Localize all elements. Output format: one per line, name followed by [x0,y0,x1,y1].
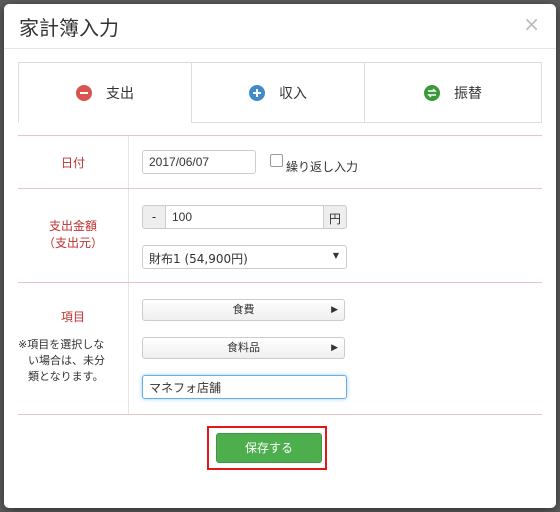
date-label: 日付 [60,156,85,170]
plus-circle-icon [249,84,265,101]
category-note-line2: い場合は、未分 [28,354,105,367]
chevron-down-icon: ▼ [332,251,339,260]
category-button[interactable]: 食費 ▶ [142,299,345,321]
category-label: 項目 [60,310,85,324]
unit-addon: 円 [323,205,347,229]
amount-input[interactable] [165,205,324,229]
amount-row: 支出金額 （支出元） - 円 財布1 (54,900円) ▼ [18,189,542,283]
date-row: 日付 繰り返し入力 [18,136,542,189]
category-row: 項目 ※項目を選択しな い場合は、未分 類となります。 食費 ▶ 食料品 ▶ [18,283,542,415]
category-note-line3: 類となります。 [28,370,104,383]
category-note-line1: ※項目を選択しな [18,338,105,351]
tab-income-label: 収入 [279,85,307,102]
close-icon[interactable]: × [523,12,540,36]
category-value: 食費 [232,303,255,316]
row-divider [128,136,129,188]
tab-bar: 支出 収入 振替 [18,62,542,124]
dialog: 家計簿入力 × 支出 収入 振替 日付 繰り返し入力 [4,4,556,508]
minus-circle-icon [76,84,92,101]
row-divider [128,189,129,282]
dialog-title: 家計簿入力 [19,16,119,40]
caret-right-icon: ▶ [331,343,338,353]
dialog-header: 家計簿入力 × [4,4,556,49]
transfer-icon [424,84,440,101]
repeat-label[interactable]: 繰り返し入力 [286,158,358,175]
amount-label: 支出金額 （支出元） [18,218,128,252]
date-input[interactable] [142,150,256,174]
category-note: ※項目を選択しな い場合は、未分 類となります。 [18,337,105,385]
caret-right-icon: ▶ [331,305,338,315]
repeat-checkbox[interactable] [270,154,283,167]
sign-addon: - [142,205,166,229]
source-selected-value: 財布1 (54,900円) [149,252,248,266]
subcategory-value: 食料品 [227,341,260,354]
amount-label-line2: （支出元） [42,236,103,250]
tab-income[interactable]: 収入 [191,62,365,123]
source-select[interactable]: 財布1 (54,900円) ▼ [142,245,347,269]
memo-input[interactable] [142,375,347,399]
tab-transfer[interactable]: 振替 [364,62,542,123]
tab-transfer-label: 振替 [454,85,482,102]
save-highlight: 保存する [207,426,327,470]
subcategory-button[interactable]: 食料品 ▶ [142,337,345,359]
row-divider [128,283,129,414]
save-button[interactable]: 保存する [216,433,322,463]
tab-expense[interactable]: 支出 [18,62,192,123]
tab-expense-label: 支出 [106,85,134,102]
amount-label-line1: 支出金額 [48,219,97,233]
